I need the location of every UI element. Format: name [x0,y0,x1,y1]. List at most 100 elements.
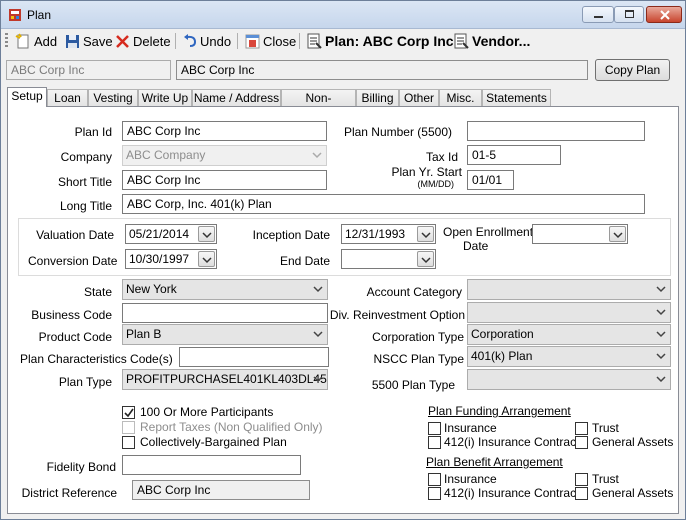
funding-trust-label: Trust [592,421,619,435]
hundred-participants-checkbox[interactable] [122,406,135,419]
report-taxes-checkbox[interactable] [122,421,135,434]
corporation-type-combo[interactable]: Corporation [467,324,671,345]
close-icon [660,10,670,20]
chevron-down-icon [656,331,666,338]
tab-misc[interactable]: Misc. [439,89,482,106]
vendor-button[interactable]: Vendor... [454,31,530,51]
minimize-button[interactable] [582,6,614,23]
minimize-icon [594,16,603,18]
plan-type-combo[interactable]: PROFITPURCHASEL401KL403DL457 [122,369,328,390]
company-combo[interactable]: ABC Company [122,145,327,166]
plan-yr-start-label: Plan Yr. Start [391,165,462,179]
inception-date-dropdown-button[interactable] [417,226,434,242]
long-title-field[interactable]: ABC Corp, Inc. 401(k) Plan [122,194,645,214]
tax-id-field[interactable]: 01-5 [467,145,561,165]
plan-funding-arrangement-title: Plan Funding Arrangement [428,404,571,418]
collectively-bargained-checkbox[interactable] [122,436,135,449]
open-enrollment-dropdown-button[interactable] [609,226,626,242]
plan-yr-start-field[interactable]: 01/01 [467,170,514,190]
plan-header-right-field: ABC Corp Inc [176,60,588,80]
close-window-button[interactable] [646,6,682,23]
maximize-button[interactable] [614,6,644,23]
add-icon [15,33,29,49]
window-title: Plan [27,8,52,22]
funding-trust-checkbox[interactable] [575,422,588,435]
setup-panel: Plan Id ABC Corp Inc Company ABC Company… [7,106,679,514]
toolbar-grip[interactable] [5,33,8,49]
benefit-general-assets-checkbox[interactable] [575,487,588,500]
tab-non-qualified[interactable]: Non-Qualified [281,89,356,121]
toolbar-separator [299,33,300,49]
tab-setup[interactable]: Setup [7,87,47,107]
benefit-insurance-checkbox[interactable] [428,473,441,486]
hundred-participants-label: 100 Or More Participants [140,405,274,419]
conversion-date-dropdown-button[interactable] [198,251,215,267]
save-button[interactable]: Save [65,31,113,51]
tab-billing[interactable]: Billing [356,89,399,106]
plan-title-button[interactable]: Plan: ABC Corp Inc [307,31,454,51]
plan-number-field[interactable] [467,121,645,141]
undo-button[interactable]: Undo [183,31,231,51]
plan-app-icon [9,9,21,21]
plan-header-left-field: ABC Corp Inc [6,60,171,80]
nscc-plan-type-combo[interactable]: 401(k) Plan [467,346,671,367]
report-taxes-label: Report Taxes (Non Qualified Only) [140,420,323,434]
end-date-label: End Date [279,254,330,268]
business-code-field[interactable] [122,303,328,323]
tab-loan[interactable]: Loan [47,89,88,106]
state-label: State [83,285,112,299]
end-date-dropdown-button[interactable] [417,251,434,267]
funding-general-assets-checkbox[interactable] [575,436,588,449]
short-title-field[interactable]: ABC Corp Inc [122,170,327,190]
plan-type-5500-label: 5500 Plan Type [371,378,455,392]
funding-insurance-checkbox[interactable] [428,422,441,435]
chevron-down-icon [421,232,431,239]
benefit-412i-label: 412(i) Insurance Contract [444,486,580,500]
state-combo[interactable]: New York [122,279,328,300]
end-date-picker[interactable] [341,249,436,269]
chevron-down-icon [613,232,623,239]
tab-vesting[interactable]: Vesting [88,89,138,106]
chevron-down-icon [313,286,323,293]
valuation-date-picker[interactable]: 05/21/2014 [125,224,217,244]
funding-412i-label: 412(i) Insurance Contract [444,435,580,449]
valuation-date-dropdown-button[interactable] [198,226,215,242]
district-reference-field: ABC Corp Inc [132,480,310,500]
district-reference-label: District Reference [21,486,117,500]
div-reinvestment-label: Div. Reinvestment Option [329,308,465,322]
add-button[interactable]: Add [15,31,57,51]
collectively-bargained-label: Collectively-Bargained Plan [140,435,287,449]
tab-write-up[interactable]: Write Up [138,89,192,106]
toolbar-separator [237,33,238,49]
open-enrollment-label-date: Date [463,239,489,253]
chevron-down-icon [656,286,666,293]
funding-412i-checkbox[interactable] [428,436,441,449]
product-code-combo[interactable]: Plan B [122,324,328,345]
plan-type-5500-combo[interactable] [467,369,671,390]
div-reinvestment-combo[interactable] [467,302,671,323]
benefit-412i-checkbox[interactable] [428,487,441,500]
tab-statements[interactable]: Statements [482,89,551,106]
copy-plan-button[interactable]: Copy Plan [595,59,670,81]
open-enrollment-date-picker[interactable] [532,224,628,244]
plan-characteristics-field[interactable] [179,347,329,367]
check-icon [124,408,134,418]
plan-id-field[interactable]: ABC Corp Inc [122,121,327,141]
conversion-date-picker[interactable]: 10/30/1997 [125,249,217,269]
benefit-trust-checkbox[interactable] [575,473,588,486]
toolbar: Add Save Delete Undo Close Plan: ABC Cor… [1,29,685,53]
fidelity-bond-field[interactable] [122,455,301,475]
tab-other[interactable]: Other [399,89,439,106]
account-category-label: Account Category [366,285,462,299]
tab-name-address[interactable]: Name / Address [192,89,281,106]
delete-icon [116,34,129,48]
close-form-icon [245,34,260,48]
document-icon [307,33,322,49]
plan-id-label: Plan Id [74,125,112,139]
delete-button[interactable]: Delete [115,31,171,51]
plan-yr-start-hint: (MM/DD) [417,179,455,189]
close-button[interactable]: Close [245,31,296,51]
inception-date-picker[interactable]: 12/31/1993 [341,224,436,244]
account-category-combo[interactable] [467,279,671,300]
maximize-icon [625,10,634,18]
